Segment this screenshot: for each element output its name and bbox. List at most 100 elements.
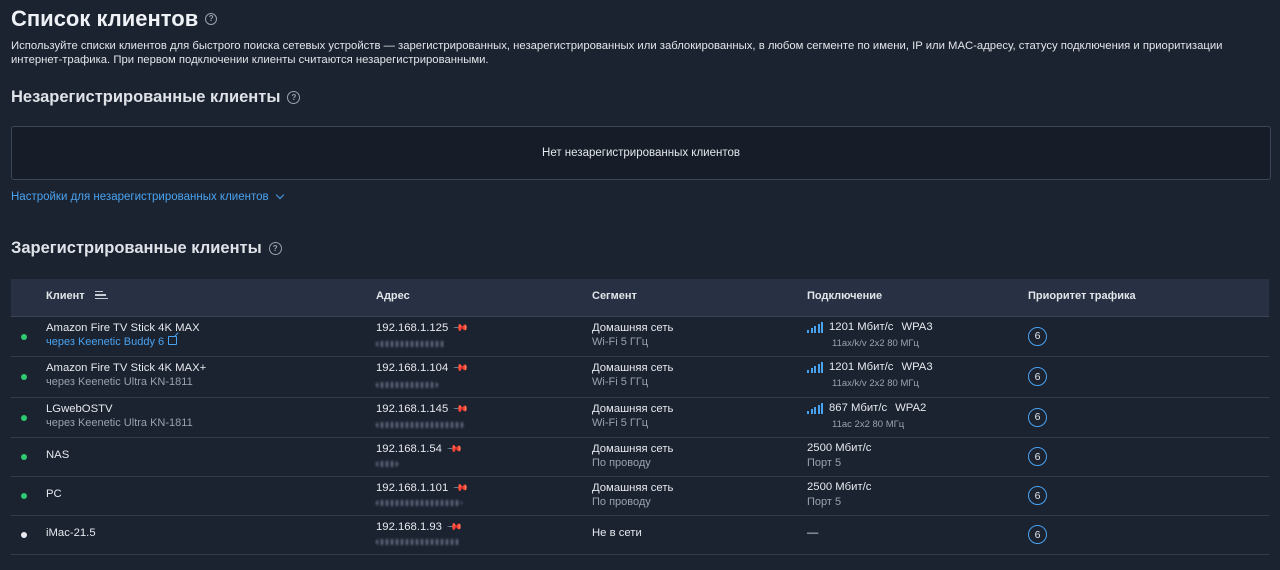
segment-name: Домашняя сеть [592, 403, 674, 415]
connection-security: WPA3 [901, 321, 933, 333]
table-row[interactable]: Amazon Fire TV Stick 4K MAX через Keeneti… [11, 317, 1269, 357]
segment-sub: По проводу [592, 457, 651, 469]
connection-speed: 1201 Мбит/с [829, 361, 894, 373]
signal-strength-icon [807, 403, 823, 414]
status-dot [21, 333, 27, 340]
connection-info: 867 Мбит/с WPA2 [807, 402, 926, 414]
connection-info: 1201 Мбит/с WPA3 [807, 321, 933, 333]
client-ip: 192.168.1.104 📌 [376, 360, 469, 377]
column-address: Адрес [376, 290, 410, 302]
connection-info: 1201 Мбит/с WPA3 [807, 361, 933, 373]
client-via-text: через Keenetic Buddy 6 [46, 336, 165, 348]
connection-details: Порт 5 [807, 457, 842, 469]
client-name[interactable]: PC [46, 488, 62, 500]
table-row[interactable]: Amazon Fire TV Stick 4K MAX+ через Keenet… [11, 357, 1269, 398]
registered-clients-table: Клиент Адрес Сегмент Подключение Приорит… [11, 279, 1269, 555]
column-client[interactable]: Клиент [46, 290, 108, 302]
chevron-down-icon [275, 190, 284, 200]
unregistered-settings-link[interactable]: Настройки для незарегистрированных клиен… [11, 190, 284, 203]
table-row[interactable]: NAS 192.168.1.54 📌 Домашняя сеть По проводу 2… [11, 438, 1269, 477]
client-ip-text: 192.168.1.125 [376, 322, 449, 334]
connection-details: Порт 5 [807, 496, 842, 508]
pin-icon[interactable]: 📌 [452, 480, 469, 497]
connection-details: 11ax/k/v 2x2 80 МГц [832, 338, 919, 349]
connection-speed: — [807, 527, 819, 539]
status-dot [21, 493, 27, 499]
traffic-priority-badge[interactable]: 6 [1028, 486, 1047, 505]
segment-name: Домашняя сеть [592, 482, 674, 494]
client-ip-text: 192.168.1.145 [376, 403, 449, 415]
client-ip: 192.168.1.101 📌 [376, 480, 469, 497]
connection-speed: 867 Мбит/с [829, 402, 888, 414]
traffic-priority-badge[interactable]: 6 [1028, 326, 1047, 346]
client-via-text: через Keenetic Ultra KN-1811 [46, 417, 193, 429]
registered-section-title: Зарегистрированные клиенты? [11, 239, 282, 258]
client-via: через Keenetic Ultra KN-1811 [46, 376, 193, 388]
client-ip: 192.168.1.93 📌 [376, 519, 463, 536]
connection-details: 11ac 2x2 80 МГц [832, 419, 905, 430]
client-ip: 192.168.1.54 📌 [376, 441, 463, 458]
connection-security: WPA3 [901, 361, 933, 373]
client-via[interactable]: через Keenetic Buddy 6 [46, 336, 178, 348]
table-row[interactable]: LGwebOSTV через Keenetic Ultra KN-1811 192… [11, 398, 1269, 438]
traffic-priority-badge[interactable]: 6 [1028, 447, 1047, 466]
segment-sub: Wi-Fi 5 ГГц [592, 336, 649, 348]
traffic-priority-badge[interactable]: 6 [1028, 407, 1047, 427]
client-ip-text: 192.168.1.54 [376, 443, 442, 455]
traffic-priority-badge[interactable]: 6 [1028, 525, 1047, 544]
client-name[interactable]: NAS [46, 449, 69, 461]
connection-speed: 1201 Мбит/с [829, 321, 894, 333]
client-ip-text: 192.168.1.104 [376, 362, 449, 374]
pin-icon[interactable]: 📌 [446, 441, 463, 458]
pin-icon[interactable]: 📌 [452, 360, 469, 377]
traffic-priority-badge[interactable]: 6 [1028, 367, 1047, 386]
status-dot [21, 454, 27, 460]
client-name[interactable]: iMac-21.5 [46, 527, 96, 539]
client-via: через Keenetic Ultra KN-1811 [46, 417, 193, 429]
unregistered-title-text: Незарегистрированные клиенты [11, 88, 281, 106]
client-name[interactable]: Amazon Fire TV Stick 4K MAX+ [46, 362, 206, 374]
mac-address-redacted [376, 382, 438, 388]
connection-details: 11ax/k/v 2x2 80 МГц [832, 378, 919, 389]
pin-icon[interactable]: 📌 [452, 320, 469, 337]
page-title: Список клиентов? [11, 6, 218, 32]
column-segment: Сегмент [592, 290, 637, 302]
column-connection: Подключение [807, 290, 883, 302]
pin-icon[interactable]: 📌 [446, 519, 463, 536]
client-ip: 192.168.1.125 📌 [376, 320, 469, 337]
table-row[interactable]: iMac-21.5 192.168.1.93 📌 Не в сети — 6 [11, 516, 1269, 555]
mac-address-redacted [376, 500, 462, 506]
registered-title-text: Зарегистрированные клиенты [11, 239, 262, 257]
empty-state-text: Нет незарегистрированных клиентов [542, 147, 740, 159]
page-title-text: Список клиентов [11, 6, 199, 31]
help-icon[interactable]: ? [287, 91, 301, 105]
connection-info: — [807, 527, 818, 539]
table-header: Клиент Адрес Сегмент Подключение Приорит… [11, 279, 1269, 317]
help-icon[interactable]: ? [268, 242, 282, 256]
column-client-label: Клиент [46, 290, 85, 302]
signal-strength-icon [807, 362, 823, 373]
client-ip-text: 192.168.1.101 [376, 482, 449, 494]
signal-strength-icon [807, 322, 823, 333]
segment-name: Домашняя сеть [592, 362, 674, 374]
pin-icon[interactable]: 📌 [452, 401, 469, 418]
segment-name: Не в сети [592, 527, 642, 539]
column-priority: Приоритет трафика [1028, 290, 1136, 302]
unregistered-section-title: Незарегистрированные клиенты? [11, 88, 301, 107]
client-ip-text: 192.168.1.93 [376, 521, 442, 533]
help-icon[interactable]: ? [205, 13, 218, 26]
segment-sub: Wi-Fi 5 ГГц [592, 417, 649, 429]
client-name[interactable]: LGwebOSTV [46, 403, 113, 415]
segment-name: Домашняя сеть [592, 443, 674, 455]
segment-sub: Wi-Fi 5 ГГц [592, 376, 649, 388]
segment-name: Домашняя сеть [592, 322, 674, 334]
connection-info: 2500 Мбит/с [807, 442, 871, 454]
client-ip: 192.168.1.145 📌 [376, 401, 469, 418]
external-link-icon[interactable] [168, 336, 178, 345]
sort-icon[interactable] [94, 289, 108, 301]
table-row[interactable]: PC 192.168.1.101 📌 Домашняя сеть По проводу 2… [11, 477, 1269, 516]
connection-security: WPA2 [895, 402, 927, 414]
status-dot [21, 414, 27, 421]
unregistered-empty-state: Нет незарегистрированных клиентов [11, 126, 1271, 180]
connection-info: 2500 Мбит/с [807, 481, 871, 493]
